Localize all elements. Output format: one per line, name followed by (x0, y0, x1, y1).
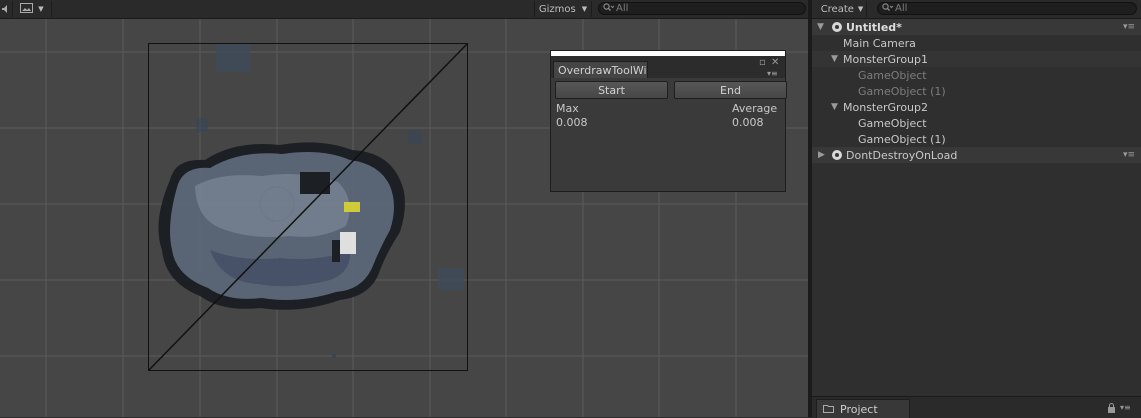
scene-menu-icon[interactable]: ▾≡ (1123, 22, 1135, 32)
effects-toggle-button[interactable]: ▼ (13, 1, 52, 17)
dontdestroyonload-label: DontDestroyOnLoad (846, 148, 958, 162)
close-icon[interactable]: ✕ (771, 58, 779, 68)
average-label: Average (732, 102, 778, 115)
end-button[interactable]: End (674, 81, 787, 99)
expand-arrow-icon[interactable]: ▼ (831, 102, 838, 112)
hierarchy-item-label: GameObject (858, 68, 927, 82)
create-label: Create (820, 3, 854, 15)
hierarchy-search[interactable] (877, 2, 1137, 15)
expand-arrow-icon[interactable]: ▼ (817, 22, 824, 32)
hierarchy-item-gameobject-1[interactable]: GameObject (1) (812, 83, 1141, 99)
audio-toggle-icon[interactable] (0, 1, 13, 17)
hierarchy-item-gameobject[interactable]: GameObject (812, 115, 1141, 131)
gizmos-dropdown[interactable]: Gizmos ▼ (534, 1, 592, 17)
dontdestroyonload-row[interactable]: ▶ DontDestroyOnLoad ▾≡ (812, 147, 1141, 163)
search-icon (882, 2, 894, 15)
hierarchy-item-monstergroup2[interactable]: ▼ MonsterGroup2 (812, 99, 1141, 115)
average-value: 0.008 (732, 116, 764, 129)
chevron-down-icon: ▼ (38, 5, 44, 13)
hierarchy-item-label: GameObject (1) (858, 132, 946, 146)
hierarchy-item-label: MonsterGroup2 (843, 100, 929, 114)
project-tab-label: Project (840, 402, 878, 416)
unity-scene-icon (832, 150, 842, 160)
hierarchy-item-label: Main Camera (843, 36, 916, 50)
scene-toolbar: ▼ Gizmos ▼ (0, 0, 808, 19)
image-icon (20, 2, 34, 16)
hierarchy-item-monstergroup1[interactable]: ▼ MonsterGroup1 (812, 51, 1141, 67)
hierarchy-search-input[interactable] (893, 3, 1136, 14)
tab-project[interactable]: Project (816, 399, 910, 418)
scene-name: Untitled* (846, 20, 902, 34)
hierarchy-item-gameobject[interactable]: GameObject (812, 67, 1141, 83)
scene-menu-icon[interactable]: ▾≡ (1123, 150, 1135, 160)
hierarchy-item-label: GameObject (858, 116, 927, 130)
start-button[interactable]: Start (555, 81, 668, 99)
create-dropdown[interactable]: Create ▼ (818, 1, 867, 17)
hierarchy-item-label: GameObject (1) (858, 84, 946, 98)
overdraw-tool-window: OverdrawToolWindow ▫ ✕ ▾≡ Start End Max … (550, 50, 787, 192)
scene-search-input[interactable] (614, 3, 805, 14)
tab-overdraw-tool[interactable]: OverdrawToolWindow (553, 61, 648, 78)
expand-arrow-icon[interactable]: ▶ (818, 150, 825, 160)
tab-label: OverdrawToolWindow (558, 63, 647, 77)
hierarchy-toolbar: Create ▼ (812, 0, 1141, 19)
search-icon (603, 2, 615, 15)
chevron-down-icon: ▼ (857, 5, 864, 13)
project-panel: Project ▾≡ (812, 396, 1141, 418)
hierarchy-item-gameobject-1[interactable]: GameObject (1) (812, 131, 1141, 147)
expand-arrow-icon[interactable]: ▼ (831, 54, 838, 64)
hierarchy-item-label: MonsterGroup1 (843, 52, 929, 66)
scene-search[interactable] (598, 2, 806, 15)
window-tab-bar: OverdrawToolWindow ▫ ✕ ▾≡ (551, 56, 785, 78)
scene-root-row[interactable]: ▼ Untitled* ▾≡ (812, 19, 1141, 35)
folder-icon (823, 403, 834, 416)
unity-scene-icon (832, 22, 842, 32)
monster-sprite (158, 44, 464, 310)
maximize-icon[interactable]: ▫ (759, 58, 766, 68)
panel-menu-icon[interactable]: ▾≡ (1120, 403, 1131, 413)
hierarchy-panel: Create ▼ ▼ Untitled* ▾≡ Main Camera ▼ Mo… (812, 0, 1141, 396)
max-value: 0.008 (556, 116, 588, 129)
lock-icon[interactable] (1107, 403, 1116, 416)
gizmos-label: Gizmos (538, 3, 576, 15)
chevron-down-icon: ▼ (581, 5, 588, 13)
max-label: Max (556, 102, 579, 115)
window-menu-icon[interactable]: ▾≡ (767, 69, 778, 79)
hierarchy-item-main-camera[interactable]: Main Camera (812, 35, 1141, 51)
